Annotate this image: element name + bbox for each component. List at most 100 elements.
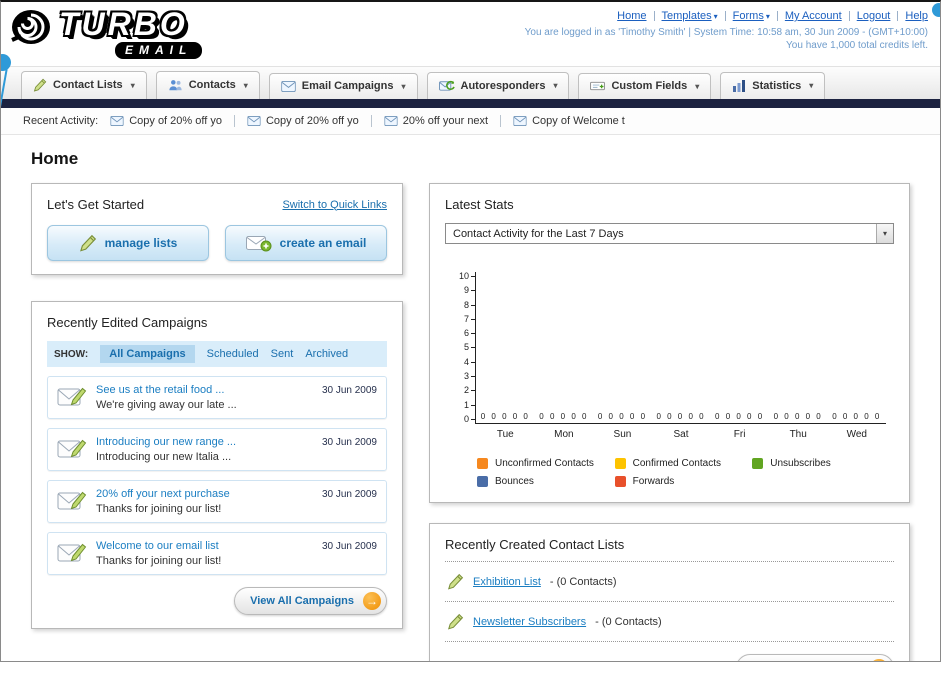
latest-stats-title: Latest Stats [445,197,514,212]
campaign-title-link[interactable]: 20% off your next purchase [96,488,313,500]
nav-help-link[interactable]: Help [905,10,928,22]
chart-value-group: 0 0 0 0 0 [773,412,823,421]
arrow-right-icon: → [870,659,888,661]
chart-y-axis: 10 9 8 7 6 5 4 3 2 1 0 [449,272,475,424]
legend-label: Unsubscribes [770,458,831,469]
snail-logo-icon [9,6,55,48]
filter-archived[interactable]: Archived [305,348,348,360]
filter-all-campaigns[interactable]: All Campaigns [100,345,195,363]
campaign-date: 30 Jun 2009 [321,437,377,448]
legend-label: Forwards [632,476,675,487]
switch-quick-links-link[interactable]: Switch to Quick Links [282,199,387,211]
contact-lists-title: Recently Created Contact Lists [445,537,625,552]
nav-logout-link[interactable]: Logout [857,10,891,22]
legend-item: Unconfirmed Contacts [477,458,615,469]
contact-lists-icon [33,78,47,92]
legend-item: Unsubscribes [752,458,890,469]
recent-activity-item[interactable]: Copy of 20% off yo [110,115,235,127]
get-started-title: Let's Get Started [47,197,145,212]
campaign-title-link[interactable]: Welcome to our email list [96,540,313,552]
contact-list-name-link[interactable]: Exhibition List [473,576,541,588]
filter-sent[interactable]: Sent [271,348,294,360]
nav-separator [653,11,655,21]
chart-x-tick-label: Mon [554,429,574,440]
activity-item-label: Copy of Welcome t [532,115,625,127]
chevron-down-icon: ▾ [765,12,770,21]
campaign-row: Introducing our new range ... Introducin… [47,428,387,471]
pencil-icon [79,234,97,252]
campaign-row: See us at the retail food ... We're givi… [47,376,387,419]
manage-lists-button[interactable]: manage lists [47,225,209,261]
activity-item-label: Copy of 20% off yo [265,115,359,127]
tab-label: Contact Lists [53,79,123,91]
chart-x-tick-label: Sun [613,429,632,440]
filter-scheduled[interactable]: Scheduled [207,348,259,360]
legend-swatch [614,458,626,469]
page-title: Home [31,149,79,168]
chart-value-group: 0 0 0 0 0 [715,412,765,421]
pencil-icon [447,573,464,590]
chart-plot-area: 0 0 0 0 0 0 0 0 0 0 0 0 0 0 0 0 0 0 0 0 0 0 … [475,272,886,424]
create-email-button[interactable]: create an email [225,225,387,261]
chevron-down-icon: ▾ [809,81,814,90]
tab-contact-lists[interactable]: Contact Lists ▾ [21,71,147,99]
recent-activity-item[interactable]: Copy of Welcome t [513,115,637,127]
activity-item-label: Copy of 20% off yo [129,115,222,127]
main-nav-tabbar: Contact Lists ▾ Contacts ▾ Email Campaig… [1,66,940,99]
tab-contacts[interactable]: Contacts ▾ [155,71,260,99]
campaign-title-link[interactable]: Introducing our new range ... [96,436,313,448]
chart-y-tick-label: 3 [464,372,475,381]
contacts-people-icon [168,78,183,92]
contact-list-count: - (0 Contacts) [595,615,662,628]
tab-statistics[interactable]: Statistics ▾ [720,72,826,99]
legend-swatch [477,476,488,487]
nav-templates-link[interactable]: Templates ▾ [662,10,718,22]
contact-list-name-link[interactable]: Newsletter Subscribers [473,616,586,628]
stats-range-select[interactable]: Contact Activity for the Last 7 Days ▾ [445,223,894,244]
tab-label: Contacts [188,79,236,91]
chart-y-tick-label: 8 [464,300,475,310]
recent-campaigns-title: Recently Edited Campaigns [47,315,208,330]
legend-label: Confirmed Contacts [632,458,721,469]
arrow-right-icon: → [363,592,381,610]
chart-x-labels: Tue Mon Sun Sat Fri Thu Wed [476,429,886,440]
nav-separator [776,11,778,21]
chart-value-groups: 0 0 0 0 0 0 0 0 0 0 0 0 0 0 0 0 0 0 0 0 0 0 … [476,412,886,421]
campaign-title-link[interactable]: See us at the retail food ... [96,384,313,396]
feedback-dot-right [932,3,940,17]
chart-value-group: 0 0 0 0 0 [597,412,648,421]
campaign-text: Introducing our new range ... Introducin… [96,436,313,463]
campaign-filterbar: SHOW: All Campaigns Scheduled Sent Archi… [47,341,387,367]
recent-activity-item[interactable]: 20% off your next [384,115,502,127]
tab-custom-fields[interactable]: Custom Fields ▾ [578,73,712,99]
nav-my-account-link[interactable]: My Account [785,10,842,22]
chart-y-tick-label: 2 [464,386,475,395]
chart-value-group: 0 0 0 0 0 [832,412,882,421]
tab-email-campaigns[interactable]: Email Campaigns ▾ [268,73,418,99]
nav-forms-link[interactable]: Forms ▾ [733,10,770,22]
chart-value-group: 0 0 0 0 0 [539,412,589,421]
envelope-plus-icon [245,234,272,252]
chevron-down-icon: ▾ [713,12,718,21]
recent-campaigns-panel: Recently Edited Campaigns SHOW: All Camp… [31,301,403,629]
campaign-subtitle: Introducing our new Italia ... [96,451,232,463]
header: TURBO EMAIL Home Templates ▾ Forms ▾ My Ac… [1,2,940,66]
recent-activity-item[interactable]: Copy of 20% off yo [247,115,372,127]
campaign-subtitle: Thanks for joining our list! [96,503,222,515]
chevron-down-icon: ▾ [130,80,135,90]
app-window: TURBO EMAIL Home Templates ▾ Forms ▾ My Ac… [0,0,941,662]
logo-text: TURBO EMAIL [59,8,203,60]
campaign-date: 30 Jun 2009 [321,385,377,396]
nav-home-link[interactable]: Home [617,10,646,22]
logo-secondary-text: EMAIL [115,42,203,60]
chevron-down-icon: ▾ [243,80,248,90]
header-nav: Home Templates ▾ Forms ▾ My Account Logout… [525,10,928,22]
view-all-campaigns-button[interactable]: View All Campaigns → [234,587,387,615]
tab-autoresponders[interactable]: Autoresponders ▾ [426,72,570,99]
recent-activity-bar: Recent Activity: Copy of 20% off yo Copy… [1,108,940,135]
chart-y-tick-label: 1 [464,400,475,410]
view-all-campaigns-label: View All Campaigns [250,595,354,607]
app-logo[interactable]: TURBO EMAIL [9,6,203,64]
see-all-contact-lists-button[interactable]: See All Contact Lists → [735,654,894,661]
show-label: SHOW: [54,348,89,360]
